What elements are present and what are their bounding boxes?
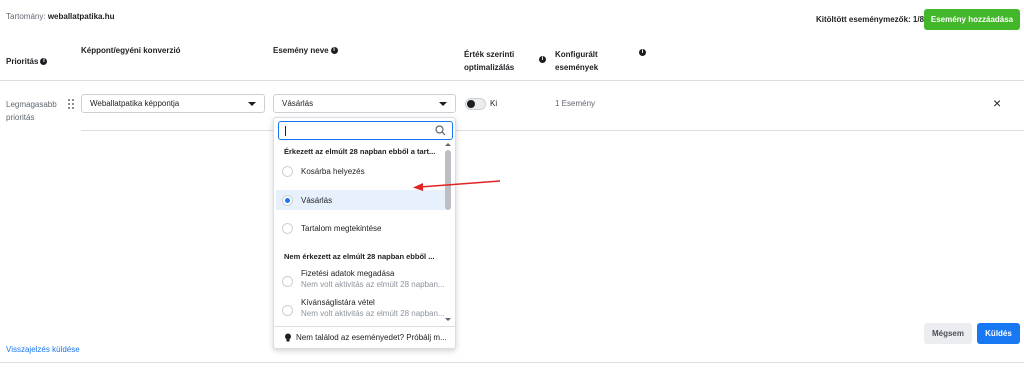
option-label: Vásárlás [301,195,333,205]
domain-label: Tartomány: weballatpatika.hu [6,12,115,21]
priority-label: Legmagasabb prioritás [6,98,66,124]
drag-handle-icon[interactable] [68,99,76,109]
header-divider [0,80,1024,81]
caret-down-icon [439,101,447,106]
column-priority: Prioritás i [6,55,48,68]
column-configured-events-line1: Konfigurált [555,50,598,59]
event-dropdown-menu: Érkezett az elmúlt 28 napban ebből a tar… [273,117,456,349]
group-header-not-received: Nem érkezett az elmúlt 28 napban ebből .… [284,252,435,261]
option-sublabel: Nem volt aktivitás az elmúlt 28 napban..… [301,280,445,289]
column-value-optimization: Érték szerinti optimalizálás [464,48,514,74]
send-feedback-link[interactable]: Visszajelzés küldése [6,345,80,354]
column-pixel: Képpont/egyéni konverzió [81,46,181,55]
pixel-select[interactable]: Weballatpatika képpontja [81,94,265,113]
bottom-divider [0,362,1024,363]
column-configured-events: Konfigurált események [555,48,598,74]
event-search-input[interactable] [278,121,453,140]
radio-button [282,165,293,177]
option-view-content[interactable]: Tartalom megtekintése [276,218,446,238]
add-event-button[interactable]: Esemény hozzáadása [924,9,1020,30]
column-value-optimization-line2: optimalizálás [464,63,515,72]
dropdown-footer-text: Nem találod az eseményedet? Próbálj m... [296,333,447,342]
option-label: Tartalom megtekintése [301,223,382,233]
info-icon[interactable]: i [40,58,48,66]
domain-value: weballatpatika.hu [47,12,115,21]
column-value-optimization-line1: Érték szerinti [464,50,515,59]
column-event-name-label: Esemény neve [273,46,329,55]
remove-row-close-icon[interactable]: × [993,96,1001,110]
dropdown-scrollbar[interactable] [444,143,452,321]
radio-button [282,276,293,287]
option-label: Kosárba helyezés [301,166,365,176]
text-cursor [285,126,286,136]
radio-button-selected [282,194,293,206]
option-add-to-wishlist[interactable]: Kívánságlistára vétel Nem volt aktivitás… [276,297,446,323]
group-header-received: Érkezett az elmúlt 28 napban ebből a tar… [284,147,436,156]
option-label: Kívánságlistára vétel [301,298,375,307]
event-name-select-value: Vásárlás [282,99,314,108]
radio-button [282,305,293,316]
option-add-payment-info[interactable]: Fizetési adatok megadása Nem volt aktivi… [276,268,446,294]
pixel-select-value: Weballatpatika képpontja [90,99,180,108]
option-label: Fizetési adatok megadása [301,269,395,278]
info-icon[interactable]: i [639,49,646,56]
toggle-knob [467,100,475,108]
option-purchase[interactable]: Vásárlás [276,190,446,210]
search-icon [435,125,446,136]
send-button[interactable]: Küldés [977,323,1020,344]
value-optimization-toggle[interactable] [465,98,486,110]
cancel-button[interactable]: Mégsem [924,323,972,344]
toggle-state-label: Ki [490,99,498,108]
row-divider [81,130,1024,131]
caret-down-icon [248,101,256,106]
filled-fields-counter: Kitöltött eseménymezők: 1/8 [816,15,925,24]
option-sublabel: Nem volt aktivitás az elmúlt 28 napban..… [301,309,445,318]
scroll-down-icon[interactable] [445,318,451,321]
priority-line1: Legmagasabb [6,100,57,109]
radio-button [282,222,293,234]
column-event-name: Esemény neve i [273,44,338,57]
info-icon[interactable]: i [330,47,338,55]
configured-events-count: 1 Esemény [555,99,596,108]
annotation-arrow-icon [413,180,501,191]
info-icon[interactable]: i [539,56,546,63]
column-priority-label: Prioritás [6,57,39,66]
dropdown-footer-hint[interactable]: Nem találod az eseményedet? Próbálj m... [274,326,455,348]
event-name-select[interactable]: Vásárlás [273,94,456,113]
lightbulb-icon [285,333,291,341]
priority-line2: prioritás [6,113,35,122]
domain-prefix: Tartomány: [6,12,46,21]
scroll-up-icon[interactable] [445,143,451,146]
column-configured-events-line2: események [555,63,599,72]
